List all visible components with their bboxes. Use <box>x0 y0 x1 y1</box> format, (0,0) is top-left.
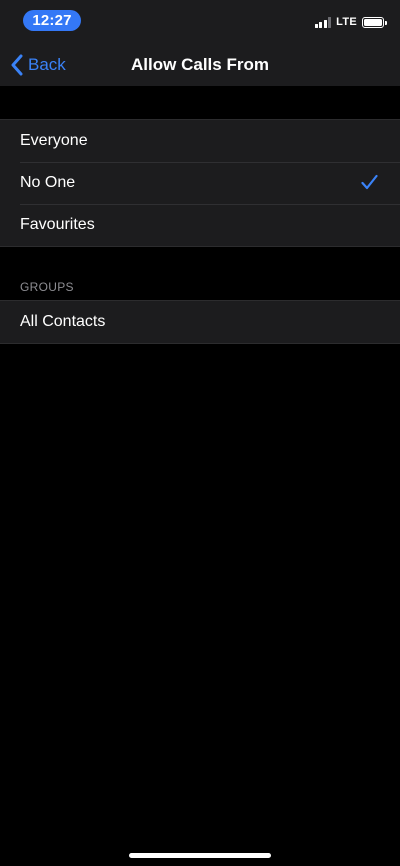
checkmark-icon <box>361 174 378 190</box>
battery-icon <box>362 16 387 28</box>
status-bar: 12:27 LTE <box>0 0 400 44</box>
status-indicators: LTE <box>314 14 387 30</box>
network-type: LTE <box>336 16 357 28</box>
status-time[interactable]: 12:27 <box>23 10 81 31</box>
option-label: No One <box>20 174 76 191</box>
option-all-contacts[interactable]: All Contacts <box>0 301 400 343</box>
screen: 12:27 LTE Back Allow Calls From Everyone… <box>0 0 400 866</box>
option-no-one[interactable]: No One <box>0 162 400 204</box>
option-everyone[interactable]: Everyone <box>0 120 400 162</box>
signal-bars-icon <box>314 16 332 28</box>
option-label: All Contacts <box>20 313 106 330</box>
home-indicator[interactable] <box>129 853 271 858</box>
option-favourites[interactable]: Favourites <box>0 204 400 246</box>
allow-calls-options: Everyone No One Favourites <box>0 119 400 247</box>
navigation-bar: Back Allow Calls From <box>0 44 400 86</box>
section-header-groups: GROUPS <box>20 280 74 294</box>
option-label: Everyone <box>20 132 88 149</box>
groups-list: All Contacts <box>0 300 400 344</box>
option-label: Favourites <box>20 216 95 233</box>
page-title: Allow Calls From <box>131 55 269 74</box>
